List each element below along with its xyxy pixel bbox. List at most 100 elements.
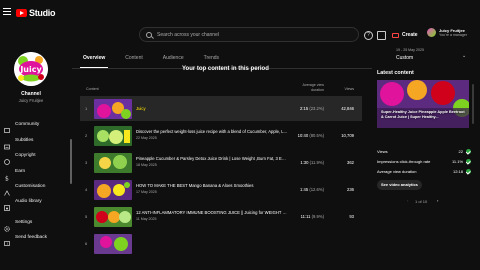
stat-value: 22 — [458, 149, 463, 154]
table-row[interactable]: 4 HOW TO MAKE THE BEST Mango Banana & Al… — [80, 177, 362, 202]
subtitles-icon — [4, 137, 10, 150]
stat-ctr: Impressions click-through rate 11.1% — [377, 159, 471, 167]
camera-icon — [392, 32, 399, 38]
sidebar-item-copyright[interactable]: Copyright — [0, 148, 70, 165]
right-panel: 19 - 25 May 2025 Custom ⌄ Latest content… — [372, 44, 480, 270]
section-title: Your top content in this period — [182, 66, 269, 72]
video-thumbnail[interactable] — [94, 180, 132, 200]
row-rank: 1 — [85, 106, 88, 111]
avd-percent: (12.6%) — [309, 187, 324, 192]
avd-percent: (11.9%) — [309, 160, 324, 165]
feedback-icon: ! — [4, 234, 10, 246]
chevron-down-icon[interactable]: ⌄ — [462, 53, 466, 59]
sidebar-item-audio-library[interactable]: Audio library — [0, 194, 70, 211]
stat-value: 12:18 — [452, 169, 463, 174]
tab-audience[interactable]: Audience — [160, 44, 187, 68]
sidebar-item-community[interactable]: Community — [0, 117, 70, 133]
video-title[interactable]: Pineapple Cucumber & Parsley Detox Juice… — [136, 156, 288, 161]
video-title[interactable]: HOW TO MAKE THE BEST Mango Banana & Aloe… — [136, 183, 288, 188]
video-title[interactable]: 12 ANTI-INFLAMMATORY IMMUNE BOOSTING JUI… — [136, 210, 288, 215]
video-thumbnail[interactable] — [94, 153, 132, 173]
messages-icon[interactable] — [377, 31, 386, 40]
video-thumbnail[interactable] — [94, 99, 132, 119]
sidebar-item-customisation[interactable]: Customisation — [0, 179, 70, 196]
video-date: 17 May 2025 — [136, 190, 157, 194]
sidebar-item-send-feedback[interactable]: ! Send feedback — [0, 230, 70, 246]
table-row[interactable]: 6 — [80, 231, 362, 256]
top-header: Studio — [0, 0, 480, 30]
channel-avatar[interactable]: Juicy — [14, 52, 48, 86]
video-date: 18 May 2025 — [136, 163, 157, 167]
stat-label: Average view duration — [377, 169, 417, 174]
row-rank: 2 — [85, 133, 88, 138]
sidebar-item-label: Subtitles — [15, 137, 34, 143]
tab-overview[interactable]: Overview — [80, 44, 109, 68]
sidebar-item-label: Settings — [15, 219, 33, 225]
main-panel: Overview Content Audience Trends Your to… — [72, 44, 374, 270]
table-row[interactable]: 2 Discover the perfect weight-loss juice… — [80, 123, 362, 148]
table-row[interactable]: 5 12 ANTI-INFLAMMATORY IMMUNE BOOSTING J… — [80, 204, 362, 229]
table-row[interactable]: 3 Pineapple Cucumber & Parsley Detox Jui… — [80, 150, 362, 175]
avg-view-duration: 2:15 (23.2%) — [290, 106, 324, 111]
avd-percent: (80.5%) — [309, 133, 324, 138]
tab-content[interactable]: Content — [122, 44, 146, 68]
avg-view-duration: 11:11 (9.9%) — [290, 214, 324, 219]
sidebar-item-label: Audio library — [15, 198, 42, 204]
check-icon — [466, 159, 471, 164]
avd-value: 2:15 — [300, 106, 309, 111]
avg-view-duration: 1:30 (11.9%) — [290, 160, 324, 165]
view-count: 93 — [349, 214, 354, 219]
studio-logo[interactable]: Studio — [16, 7, 56, 19]
right-panel-scrollbar[interactable] — [472, 84, 474, 124]
stat-label: Impressions click-through rate — [377, 159, 431, 164]
pager: ‹ 1 of 10 › — [377, 198, 471, 206]
channel-name: Juicy Fruitjee — [18, 98, 44, 103]
video-thumbnail[interactable] — [94, 126, 132, 146]
earn-icon: $ — [4, 168, 10, 183]
latest-content-title: Latest content — [377, 70, 414, 76]
sidebar-item-earn[interactable]: $ Earn — [0, 164, 70, 183]
help-icon[interactable]: ? — [364, 31, 373, 40]
sidebar-item-subtitles[interactable]: Subtitles — [0, 133, 70, 150]
profile-role: You're a manager — [439, 33, 468, 37]
account-switcher[interactable]: Juicy Fruitjee You're a manager — [427, 28, 467, 37]
video-thumbnail[interactable] — [94, 207, 132, 227]
svg-text:Juicy: Juicy — [19, 65, 42, 74]
avd-percent: (23.2%) — [309, 106, 324, 111]
create-label: Create — [402, 32, 418, 38]
chevron-left-icon[interactable]: ‹ — [407, 198, 408, 203]
table-row[interactable]: 1 Juicy 2:15 (23.2%) 42,846 — [80, 96, 362, 121]
hamburger-menu-icon[interactable] — [3, 8, 11, 16]
search-placeholder: Search across your channel — [157, 31, 219, 38]
date-range: 19 - 25 May 2025 — [396, 48, 424, 52]
video-thumbnail[interactable] — [94, 234, 132, 254]
row-rank: 3 — [85, 160, 88, 165]
juicy-logo-image: Juicy — [14, 52, 48, 86]
stat-value: 11.1% — [451, 159, 463, 164]
video-title[interactable]: Discover the perfect weight-loss juice r… — [136, 129, 288, 134]
community-icon — [4, 121, 10, 133]
video-title[interactable]: Juicy — [136, 106, 288, 111]
studio-app: Studio Search across your channel ? Crea… — [0, 0, 480, 270]
avg-view-duration: 10:40 (80.5%) — [290, 133, 324, 138]
avd-percent: (9.9%) — [311, 214, 324, 219]
sidebar-item-label: Copyright — [15, 152, 36, 158]
view-count: 362 — [347, 160, 354, 165]
sidebar-scrollbar[interactable] — [70, 139, 72, 184]
avd-value: 1:30 — [300, 160, 309, 165]
avd-value: 11:11 — [300, 214, 311, 219]
create-button[interactable]: Create — [392, 30, 418, 40]
view-count: 10,709 — [341, 133, 354, 138]
tab-trends[interactable]: Trends — [201, 44, 222, 68]
header-content: Content — [86, 87, 99, 91]
view-count: 42,846 — [341, 106, 354, 111]
sidebar-item-settings[interactable]: Settings — [0, 215, 70, 232]
avatar — [427, 28, 436, 37]
pager-text: 1 of 10 — [415, 199, 428, 204]
search-input[interactable]: Search across your channel — [139, 27, 359, 42]
latest-video-thumbnail[interactable]: Super-Healthy Juice Pineapple Apple Beet… — [377, 80, 469, 128]
check-icon — [466, 149, 471, 154]
see-video-analytics-button[interactable]: See video analytics — [377, 180, 422, 190]
chevron-right-icon[interactable]: › — [437, 198, 438, 203]
period-dropdown[interactable]: Custom — [396, 55, 413, 61]
